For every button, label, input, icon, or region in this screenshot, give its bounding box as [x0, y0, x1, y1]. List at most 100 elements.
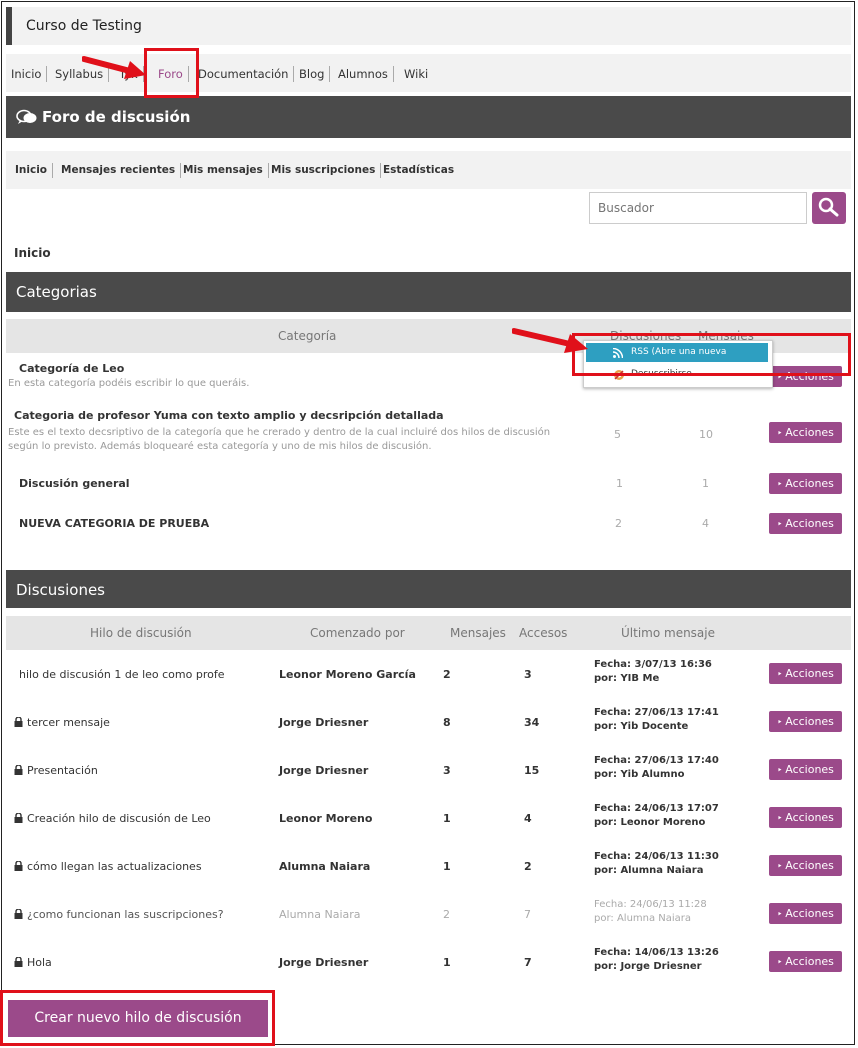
thread-last-date: Fecha: 24/06/13 17:07	[594, 803, 719, 814]
thread-author: Leonor Moreno García	[279, 668, 416, 681]
thread-messages: 2	[443, 668, 451, 681]
forum-nav-estadisticas[interactable]: Estadísticas	[378, 163, 459, 178]
search-button[interactable]	[812, 192, 846, 224]
acciones-button[interactable]: Acciones	[769, 473, 842, 494]
forum-nav-suscripciones[interactable]: Mis suscripciones	[266, 163, 382, 178]
title-accent-bar	[6, 7, 12, 45]
nav-documentacion[interactable]: Documentación	[193, 66, 295, 82]
highlight-foro	[144, 48, 199, 98]
forum-nav-mis-mensajes[interactable]: Mis mensajes	[178, 163, 269, 178]
thread-author: Jorge Driesner	[279, 716, 369, 729]
acciones-button[interactable]: Acciones	[769, 422, 842, 443]
thread-author: Jorge Driesner	[279, 956, 369, 969]
thread-messages: 3	[443, 764, 451, 777]
acciones-button[interactable]: Acciones	[769, 807, 842, 828]
category-discussions: 1	[616, 477, 623, 490]
thread-title[interactable]: hilo de discusión 1 de leo como profe	[19, 668, 224, 681]
thread-title[interactable]: Presentación	[27, 764, 98, 777]
thread-last-date: Fecha: 14/06/13 13:26	[594, 947, 719, 958]
lock-icon	[14, 909, 23, 919]
discussion-row: tercer mensaje Jorge Driesner 8 34 Fecha…	[6, 704, 851, 740]
thread-accesses: 7	[524, 908, 531, 921]
thread-accesses: 2	[524, 860, 532, 873]
col-hilo: Hilo de discusión	[90, 626, 192, 640]
category-desc: En esta categoría podéis escribir lo que…	[8, 378, 250, 389]
discussion-row: ¿como funcionan las suscripciones? Alumn…	[6, 896, 851, 932]
thread-last-date: Fecha: 3/07/13 16:36	[594, 659, 712, 670]
discussions-title: Discusiones	[16, 581, 105, 599]
thread-title[interactable]: Creación hilo de discusión de Leo	[27, 812, 211, 825]
thread-title-wrap: ¿como funcionan las suscripciones?	[14, 908, 224, 921]
thread-title[interactable]: tercer mensaje	[27, 716, 110, 729]
thread-last-date: Fecha: 24/06/13 11:28	[594, 899, 707, 910]
breadcrumb[interactable]: Inicio	[14, 246, 51, 260]
thread-accesses: 3	[524, 668, 532, 681]
discussion-row: Presentación Jorge Driesner 3 15 Fecha: …	[6, 752, 851, 788]
category-name[interactable]: NUEVA CATEGORIA DE PRUEBA	[19, 517, 209, 530]
category-name[interactable]: Categoria de profesor Yuma con texto amp…	[14, 409, 444, 422]
discussions-table-header: Hilo de discusión Comenzado por Mensajes…	[6, 616, 851, 650]
lock-icon	[14, 813, 23, 823]
category-name[interactable]: Categoría de Leo	[19, 362, 124, 375]
col-categoria: Categoría	[278, 329, 337, 343]
thread-messages: 1	[443, 956, 451, 969]
acciones-button[interactable]: Acciones	[769, 513, 842, 534]
category-desc-line2: según lo previsto. Además bloquearé esta…	[8, 441, 432, 452]
acciones-button[interactable]: Acciones	[769, 903, 842, 924]
site-title: Curso de Testing	[26, 18, 142, 34]
category-messages: 4	[702, 517, 709, 530]
lock-icon	[14, 765, 23, 775]
acciones-button[interactable]: Acciones	[769, 759, 842, 780]
thread-title-wrap: cómo llegan las actualizaciones	[14, 860, 202, 873]
categories-header: Categorias	[6, 272, 851, 312]
forum-title: Foro de discusión	[42, 108, 191, 126]
nav-inicio[interactable]: Inicio	[6, 66, 48, 82]
acciones-button[interactable]: Acciones	[769, 663, 842, 684]
thread-author: Alumna Naiara	[279, 908, 361, 921]
forum-nav: Inicio Mensajes recientes Mis mensajes M…	[6, 151, 851, 189]
thread-title[interactable]: ¿como funcionan las suscripciones?	[27, 908, 224, 921]
thread-author: Leonor Moreno	[279, 812, 373, 825]
nav-alumnos[interactable]: Alumnos	[333, 66, 394, 82]
discussion-row: Hola Jorge Driesner 1 7 Fecha: 14/06/13 …	[6, 944, 851, 980]
thread-author: Alumna Naiara	[279, 860, 371, 873]
thread-last-by: por: YIB Me	[594, 673, 660, 684]
category-messages: 10	[699, 428, 713, 441]
category-discussions: 2	[615, 517, 622, 530]
nav-blog[interactable]: Blog	[294, 66, 331, 82]
search-input[interactable]	[589, 192, 807, 224]
thread-messages: 1	[443, 860, 451, 873]
acciones-button[interactable]: Acciones	[769, 951, 842, 972]
thread-last-by: por: Yib Docente	[594, 721, 689, 732]
thread-accesses: 15	[524, 764, 540, 777]
chat-bubbles-icon	[16, 109, 37, 124]
acciones-button[interactable]: Acciones	[769, 855, 842, 876]
thread-title-wrap: Hola	[14, 956, 52, 969]
thread-accesses: 4	[524, 812, 532, 825]
col-ultimo: Último mensaje	[621, 626, 716, 640]
discussion-row: Creación hilo de discusión de Leo Leonor…	[6, 800, 851, 836]
forum-header: Foro de discusión	[6, 96, 851, 138]
category-row: Categoria de profesor Yuma con texto amp…	[6, 408, 851, 456]
nav-wiki[interactable]: Wiki	[399, 66, 433, 82]
highlight-dropdown	[572, 333, 851, 376]
categories-title: Categorias	[16, 283, 97, 301]
lock-icon	[14, 957, 23, 967]
forum-nav-inicio[interactable]: Inicio	[10, 163, 54, 178]
acciones-button[interactable]: Acciones	[769, 711, 842, 732]
site-title-bar: Curso de Testing	[6, 7, 851, 45]
category-desc: Este es el texto decsriptivo de la categ…	[8, 427, 551, 438]
thread-last-by: por: Alumna Naiara	[594, 913, 692, 924]
thread-last-by: por: Alumna Naiara	[594, 865, 704, 876]
thread-accesses: 34	[524, 716, 540, 729]
col-mensajes: Mensajes	[450, 626, 506, 640]
col-comenzado: Comenzado por	[310, 626, 405, 640]
category-row: NUEVA CATEGORIA DE PRUEBA 2 4 Acciones	[6, 512, 851, 536]
category-name[interactable]: Discusión general	[19, 477, 130, 490]
thread-accesses: 7	[524, 956, 532, 969]
thread-title[interactable]: cómo llegan las actualizaciones	[27, 860, 202, 873]
thread-title-wrap: tercer mensaje	[14, 716, 110, 729]
thread-title[interactable]: Hola	[27, 956, 52, 969]
thread-last-date: Fecha: 24/06/13 11:30	[594, 851, 719, 862]
forum-nav-recientes[interactable]: Mensajes recientes	[56, 163, 182, 178]
